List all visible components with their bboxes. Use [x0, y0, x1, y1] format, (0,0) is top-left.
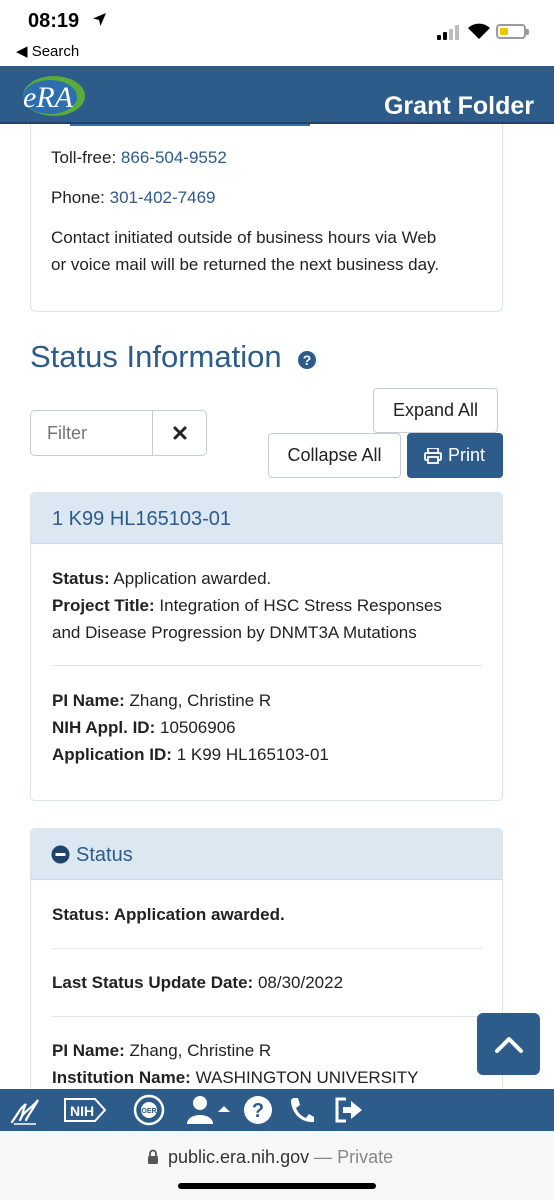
privacy-text: — Private [309, 1147, 394, 1167]
wifi-icon [468, 23, 490, 39]
status-panel: Status Status: Application awarded. Last… [30, 828, 503, 1089]
application-panel: 1 K99 HL165103-01 Status: Application aw… [30, 492, 503, 801]
last-update-label: Last Status Update Date: [52, 973, 254, 992]
last-update-value: 08/30/2022 [257, 973, 344, 992]
phone-line: Phone: 301-402-7469 [51, 188, 216, 208]
pi-name-label: PI Name: [52, 691, 125, 710]
logout-icon[interactable] [332, 1094, 364, 1126]
scroll-to-top-button[interactable] [477, 1013, 540, 1075]
printer-icon [424, 448, 442, 464]
battery-icon [496, 24, 529, 39]
main-content[interactable]: Toll-free: 866-504-9552 Phone: 301-402-7… [0, 124, 554, 1089]
bottom-nav: NIH OER ? [0, 1089, 554, 1131]
phone-label: Phone: [51, 188, 105, 207]
ios-status-bar: 08:19 ◀ Search [0, 0, 554, 66]
collapse-all-button[interactable]: Collapse All [268, 433, 401, 478]
phone-link[interactable]: 301-402-7469 [110, 188, 216, 207]
institution-value: WASHINGTON UNIVERSITY [195, 1068, 419, 1087]
last-update-line: Last Status Update Date: 08/30/2022 [52, 969, 343, 996]
browser-address-bar[interactable]: public.era.nih.gov — Private [0, 1131, 554, 1200]
location-arrow-icon [93, 13, 106, 26]
era-logo[interactable]: eRA [17, 70, 87, 118]
status-pi-name-value: Zhang, Christine R [129, 1041, 272, 1060]
home-indicator[interactable] [178, 1183, 376, 1189]
divider [52, 665, 482, 666]
project-title-line: Project Title: Integration of HSC Stress… [52, 592, 442, 619]
nih-appl-id-line: NIH Appl. ID: 10506906 [52, 714, 236, 741]
cut-off-link[interactable] [70, 124, 310, 127]
oer-logo-icon[interactable]: OER [131, 1094, 167, 1126]
domain-text: public.era.nih.gov [168, 1147, 310, 1167]
app-header: eRA Grant Folder [0, 66, 554, 124]
application-id-value: 1 K99 HL165103-01 [176, 745, 329, 764]
status-pi-name-line: PI Name: Zhang, Christine R [52, 1037, 271, 1064]
user-menu-icon[interactable] [186, 1094, 230, 1126]
institution-line: Institution Name: WASHINGTON UNIVERSITY [52, 1064, 419, 1089]
svg-text:?: ? [252, 1100, 264, 1122]
tollfree-line: Toll-free: 866-504-9552 [51, 148, 227, 168]
print-label: Print [448, 445, 486, 465]
app-status-value: Application awarded. [113, 569, 272, 588]
pi-name-value: Zhang, Christine R [129, 691, 272, 710]
back-to-search-link[interactable]: ◀ Search [16, 42, 79, 60]
application-id-label: Application ID: [52, 745, 172, 764]
nih-appl-id-label: NIH Appl. ID: [52, 718, 156, 737]
phone-icon[interactable] [287, 1094, 315, 1126]
status-awarded-text: Status: Application awarded. [52, 905, 285, 924]
address-text: public.era.nih.gov — Private [168, 1147, 393, 1168]
minus-circle-icon[interactable] [51, 845, 70, 864]
page-title: Grant Folder [383, 92, 534, 120]
status-panel-title: Status [76, 844, 133, 866]
chevron-up-icon [495, 1037, 523, 1053]
app-status-label: Status: [52, 569, 110, 588]
status-pi-name-label: PI Name: [52, 1041, 125, 1060]
tollfree-link[interactable]: 866-504-9552 [121, 148, 227, 167]
svg-text:?: ? [303, 352, 312, 368]
print-button[interactable]: Print [407, 433, 503, 478]
filter-input[interactable] [30, 410, 153, 456]
oer-label: OER [141, 1108, 156, 1115]
nih-logo-icon[interactable]: NIH [62, 1094, 108, 1126]
application-number: 1 K99 HL165103-01 [52, 508, 232, 530]
nih-label: NIH [70, 1103, 94, 1119]
application-panel-header[interactable]: 1 K99 HL165103-01 [31, 493, 502, 544]
status-panel-header[interactable]: Status [31, 829, 502, 880]
contact-note-line2: or voice mail will be returned the next … [51, 255, 440, 274]
hhs-eagle-icon[interactable] [8, 1094, 42, 1126]
status-information-title: Status Information [30, 339, 282, 374]
divider [52, 1016, 482, 1017]
application-id-line: Application ID: 1 K99 HL165103-01 [52, 741, 329, 768]
logo-text: eRA [23, 81, 74, 114]
contact-note-line1: Contact initiated outside of business ho… [51, 228, 437, 247]
divider [52, 948, 482, 949]
status-time: 08:19 [28, 10, 80, 32]
nih-appl-id-value: 10506906 [159, 718, 236, 737]
institution-label: Institution Name: [52, 1068, 191, 1087]
pi-name-line: PI Name: Zhang, Christine R [52, 687, 271, 714]
close-icon [173, 426, 187, 440]
filter-clear-button[interactable] [152, 410, 207, 456]
project-title-value-2: and Disease Progression by DNMT3A Mutati… [52, 623, 417, 642]
cellular-signal-icon [437, 24, 463, 40]
help-icon[interactable]: ? [243, 1094, 273, 1126]
project-title-label: Project Title: [52, 596, 155, 615]
app-status-line: Status: Application awarded. [52, 565, 271, 592]
lock-icon [148, 1149, 158, 1164]
tollfree-label: Toll-free: [51, 148, 117, 167]
expand-all-button[interactable]: Expand All [373, 388, 498, 433]
help-circle-icon[interactable]: ? [297, 350, 317, 370]
project-title-value-1: Integration of HSC Stress Responses [159, 596, 442, 615]
